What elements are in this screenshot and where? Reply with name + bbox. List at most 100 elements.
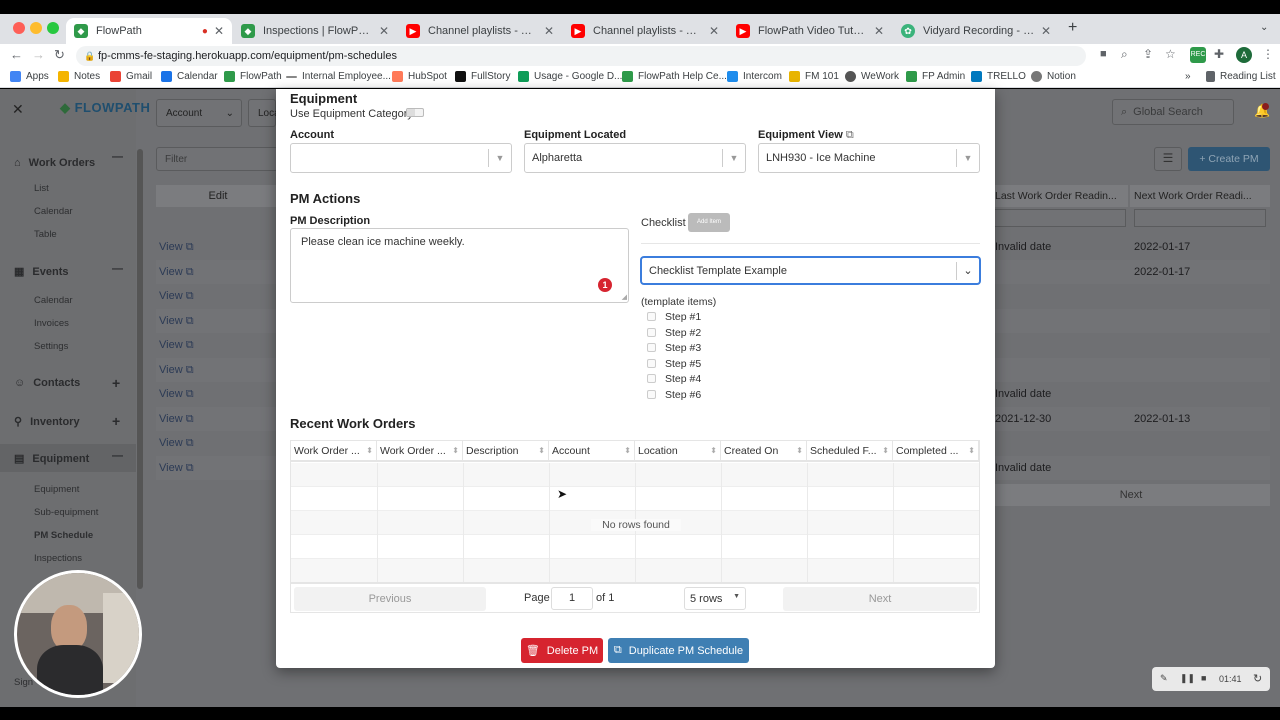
column-header[interactable]: Work Order ... ⬍	[291, 441, 377, 462]
list-view-icon[interactable]: ☰	[1154, 147, 1182, 171]
checklist-template-select[interactable]: Checklist Template Example ⌄	[641, 257, 980, 284]
account-select[interactable]: ▼	[290, 143, 512, 173]
sidebar-item-equipment[interactable]: Equipment	[34, 484, 79, 495]
sidebar-item-settings[interactable]: Settings	[34, 341, 68, 352]
column-header[interactable]: Account ⬍	[549, 441, 635, 462]
bookmark[interactable]: FP Admin	[906, 71, 965, 82]
column-header[interactable]: Location ⬍	[635, 441, 721, 462]
bookmark-apps[interactable]: Apps	[10, 71, 49, 82]
close-tab-icon[interactable]: ✕	[874, 24, 884, 38]
restart-icon[interactable]: ↻	[1253, 672, 1262, 685]
profile-avatar[interactable]: A	[1236, 47, 1252, 63]
forward-icon[interactable]: →	[32, 47, 45, 62]
sidebar-item-list[interactable]: List	[34, 183, 49, 194]
browser-menu-icon[interactable]: ⋮	[1262, 47, 1274, 61]
close-tab-icon[interactable]: ✕	[214, 24, 224, 38]
rows-per-page-select[interactable]: 5 rows ▼	[684, 587, 746, 610]
camera-icon[interactable]: ■	[1100, 48, 1107, 60]
new-tab-icon[interactable]: +	[1068, 19, 1077, 37]
browser-tab[interactable]: ◆ Inspections | FlowPath Help Ce... ✕	[233, 18, 397, 44]
bookmark[interactable]: Calendar	[161, 71, 218, 82]
sidebar-section-equipment[interactable]: ▤ Equipment —	[0, 444, 136, 472]
view-link[interactable]: View ⧉	[159, 266, 194, 279]
collapse-icon[interactable]: —	[112, 450, 123, 462]
step-checkbox[interactable]	[647, 312, 656, 321]
sidebar-section-events[interactable]: ▦ Events	[14, 265, 68, 279]
last-reading-filter[interactable]	[994, 209, 1126, 227]
next-reading-filter[interactable]	[1134, 209, 1266, 227]
sidebar-scrollbar[interactable]	[137, 149, 143, 589]
sort-icon[interactable]: ⬍	[710, 446, 717, 455]
close-tab-icon[interactable]: ✕	[1041, 24, 1051, 38]
collapse-icon[interactable]: —	[112, 263, 123, 275]
bookmark[interactable]: Usage - Google D...	[518, 71, 622, 82]
sidebar-item-table[interactable]: Table	[34, 229, 57, 240]
previous-page-button[interactable]: Previous	[294, 587, 486, 611]
sidebar-item-sub-equipment[interactable]: Sub-equipment	[34, 507, 98, 518]
bookmark[interactable]: WeWork	[845, 71, 899, 82]
sidebar-item-invoices[interactable]: Invoices	[34, 318, 69, 329]
external-link-icon[interactable]: ⧉	[846, 129, 854, 141]
browser-tab[interactable]: ▶ Channel playlists - YouTube Stu... ✕	[563, 18, 727, 44]
view-link[interactable]: View ⧉	[159, 388, 194, 401]
extensions-icon[interactable]: ✚	[1214, 47, 1224, 61]
browser-tab[interactable]: ✿ Vidyard Recording - Vidyard ✕	[893, 18, 1059, 44]
add-item-button[interactable]: Add Item	[688, 213, 730, 232]
create-pm-button[interactable]: + Create PM	[1188, 147, 1270, 171]
use-category-toggle[interactable]	[406, 108, 424, 117]
close-tab-icon[interactable]: ✕	[379, 24, 389, 38]
close-tab-icon[interactable]: ✕	[709, 24, 719, 38]
bookmark[interactable]: FM 101	[789, 71, 839, 82]
view-link[interactable]: View ⧉	[159, 315, 194, 328]
sort-icon[interactable]: ⬍	[538, 446, 545, 455]
sidebar-section-contacts[interactable]: ☺ Contacts	[14, 377, 80, 389]
step-checkbox[interactable]	[647, 343, 656, 352]
address-bar[interactable]: 🔒 fp-cmms-fe-staging.herokuapp.com/equip…	[76, 46, 1086, 66]
view-link[interactable]: View ⧉	[159, 364, 194, 377]
page-number-input[interactable]: 1	[551, 587, 593, 610]
sort-icon[interactable]: ⬍	[624, 446, 631, 455]
view-link[interactable]: View ⧉	[159, 462, 194, 475]
column-header[interactable]: Completed ... ⬍	[893, 441, 979, 462]
column-header[interactable]: Work Order ... ⬍	[377, 441, 463, 462]
maximize-window-button[interactable]	[47, 22, 59, 34]
bookmark[interactable]: Gmail	[110, 71, 152, 82]
tab-search-icon[interactable]: ⌄	[1260, 22, 1268, 33]
sort-icon[interactable]: ⬍	[452, 446, 459, 455]
pm-description-textarea[interactable]: Please clean ice machine weekly. 1 ◢	[290, 228, 629, 303]
expand-icon[interactable]: +	[112, 413, 120, 429]
reading-list[interactable]: Reading List	[1206, 71, 1276, 82]
annotate-pen-icon[interactable]: ✎	[1160, 673, 1168, 684]
global-search-input[interactable]: ⌕ Global Search	[1112, 99, 1234, 125]
bookmark[interactable]: Notes	[58, 71, 100, 82]
close-window-button[interactable]	[13, 22, 25, 34]
close-tab-icon[interactable]: ✕	[544, 24, 554, 38]
sort-icon[interactable]: ⬍	[882, 446, 889, 455]
expand-webcam-icon[interactable]: ⤢	[121, 677, 139, 695]
equipment-view-select[interactable]: LNH930 - Ice Machine ▼	[758, 143, 980, 173]
vidyard-rec-extension-icon[interactable]: REC	[1190, 47, 1206, 63]
stop-icon[interactable]: ■	[1201, 673, 1206, 683]
location-filter-select[interactable]: Loca	[248, 99, 280, 127]
pause-icon[interactable]: ❚❚	[1180, 673, 1195, 684]
minimize-window-button[interactable]	[30, 22, 42, 34]
browser-tab[interactable]: ▶ FlowPath Video Tutorials - YouT... ✕	[728, 18, 892, 44]
bookmark[interactable]: FlowPath	[224, 71, 282, 82]
sidebar-item-calendar[interactable]: Calendar	[34, 206, 73, 217]
sidebar-item-pm-schedule[interactable]: PM Schedule	[34, 530, 93, 541]
browser-tab[interactable]: ▶ Channel playlists - YouTube Stu... ✕	[398, 18, 562, 44]
filter-input[interactable]: Filter	[156, 147, 278, 171]
share-icon[interactable]: ⇪	[1143, 47, 1153, 61]
step-checkbox[interactable]	[647, 359, 656, 368]
view-link[interactable]: View ⧉	[159, 241, 194, 254]
sidebar-item-calendar[interactable]: Calendar	[34, 295, 73, 306]
resize-handle-icon[interactable]: ◢	[622, 293, 627, 301]
sidebar-section-work-orders[interactable]: ⌂ Work Orders	[14, 157, 95, 169]
column-header[interactable]: Scheduled F... ⬍	[807, 441, 893, 462]
collapse-icon[interactable]: —	[112, 151, 123, 163]
account-filter-select[interactable]: Account ⌄	[156, 99, 242, 127]
bookmark[interactable]: HubSpot	[392, 71, 447, 82]
next-page-button[interactable]: Next	[783, 587, 977, 611]
view-link[interactable]: View ⧉	[159, 437, 194, 450]
view-link[interactable]: View ⧉	[159, 413, 194, 426]
